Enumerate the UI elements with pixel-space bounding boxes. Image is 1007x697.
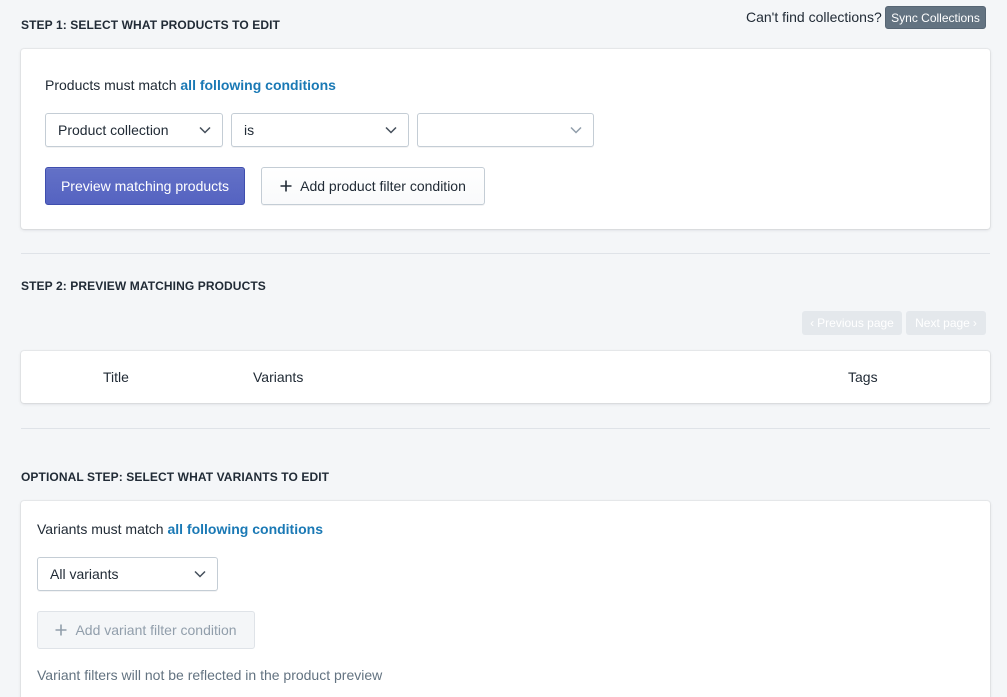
sync-collections-button[interactable]: Sync Collections	[885, 6, 986, 29]
product-condition-prefix: Products must match	[45, 77, 177, 93]
add-product-filter-label: Add product filter condition	[300, 178, 466, 194]
variant-condition-link[interactable]: all following conditions	[167, 521, 323, 537]
previous-page-label: Previous page	[817, 316, 894, 330]
product-condition-text: Products must match all following condit…	[45, 77, 336, 93]
chevron-left-icon: ‹	[810, 316, 815, 330]
operator-select-value: is	[244, 122, 255, 138]
plus-icon	[280, 180, 292, 192]
add-variant-filter-button[interactable]: Add variant filter condition	[37, 611, 255, 649]
variant-select-value: All variants	[50, 566, 119, 582]
column-header-variants[interactable]: Variants	[253, 369, 303, 385]
variant-condition-text: Variants must match all following condit…	[37, 521, 323, 537]
chevron-right-icon: ›	[972, 316, 977, 330]
divider	[21, 428, 990, 429]
plus-icon	[55, 624, 67, 636]
optional-step-title: OPTIONAL STEP: SELECT WHAT VARIANTS TO E…	[21, 470, 330, 484]
operator-select[interactable]: is	[231, 113, 409, 147]
add-variant-filter-label: Add variant filter condition	[75, 622, 237, 638]
product-field-select-value: Product collection	[58, 122, 169, 138]
product-condition-link[interactable]: all following conditions	[180, 77, 336, 93]
previous-page-button[interactable]: ‹ Previous page	[802, 311, 902, 335]
chevron-down-icon	[199, 126, 211, 134]
step2-title: STEP 2: PREVIEW MATCHING PRODUCTS	[21, 279, 266, 293]
next-page-button[interactable]: Next page ›	[906, 311, 986, 335]
preview-products-button[interactable]: Preview matching products	[45, 167, 245, 205]
variant-filter-note: Variant filters will not be reflected in…	[37, 667, 383, 683]
step1-title: STEP 1: SELECT WHAT PRODUCTS TO EDIT	[21, 18, 280, 32]
variant-select[interactable]: All variants	[37, 557, 218, 591]
next-page-label: Next page	[915, 316, 970, 330]
divider	[21, 253, 990, 254]
add-product-filter-button[interactable]: Add product filter condition	[261, 167, 485, 205]
chevron-down-icon	[570, 126, 582, 134]
column-header-tags[interactable]: Tags	[848, 369, 878, 385]
products-table: Title Variants Tags	[21, 351, 990, 403]
variant-condition-prefix: Variants must match	[37, 521, 164, 537]
column-header-title[interactable]: Title	[103, 369, 129, 385]
sync-prompt: Can't find collections?	[746, 9, 882, 25]
variant-conditions-card: Variants must match all following condit…	[21, 501, 990, 697]
chevron-down-icon	[385, 126, 397, 134]
product-conditions-card: Products must match all following condit…	[21, 49, 990, 229]
chevron-down-icon	[194, 570, 206, 578]
value-select[interactable]	[417, 113, 594, 147]
product-field-select[interactable]: Product collection	[45, 113, 223, 147]
